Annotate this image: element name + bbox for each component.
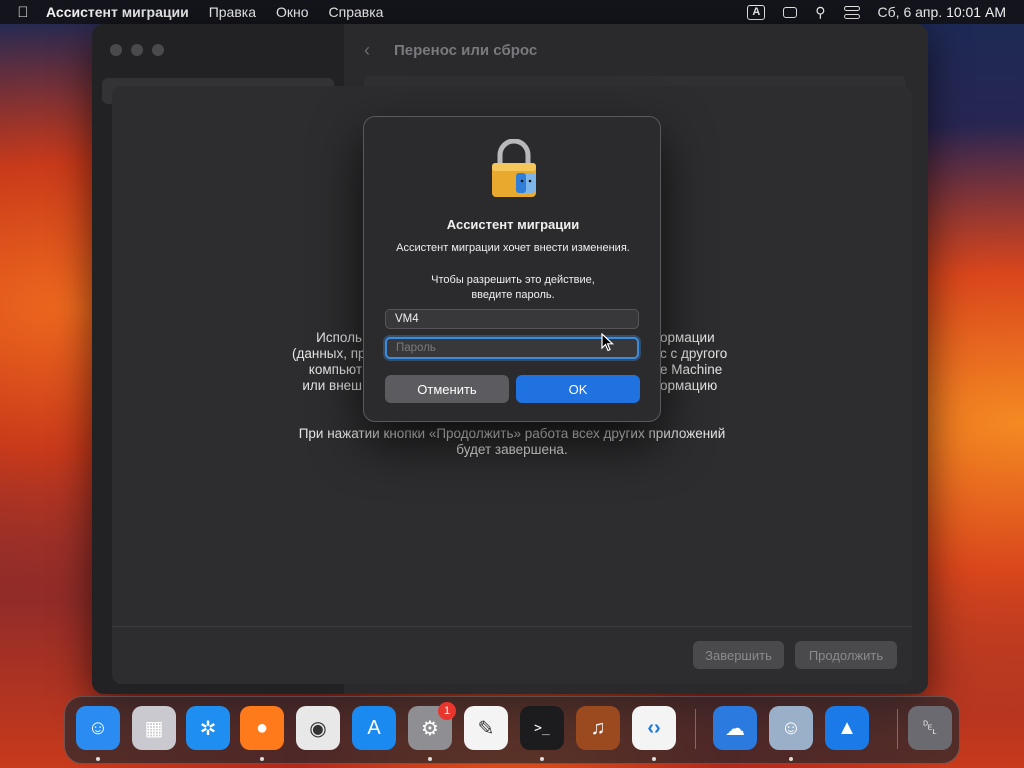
screen-mirroring-icon[interactable] [783, 6, 798, 18]
sheet-text-fragment: Исполь [316, 330, 362, 345]
auth-dialog: Ассистент миграции Ассистент миграции хо… [363, 116, 661, 422]
sheet-text-fragment: ормацию [660, 378, 718, 393]
vscode-icon[interactable]: ‹› [632, 706, 676, 750]
dock-glyph: >_ [534, 720, 550, 736]
dialog-prompt-line1: Чтобы разрешить это действие, [431, 274, 595, 286]
gear-icon[interactable]: ⚙ 1 [408, 702, 456, 750]
finish-button[interactable]: Завершить [693, 641, 784, 669]
lock-icon [492, 139, 536, 197]
spotlight-search-icon[interactable]: ⚲ [815, 4, 825, 21]
keynote-icon[interactable]: ▲ [825, 706, 869, 750]
running-indicator [260, 757, 264, 761]
running-indicator [96, 757, 100, 761]
sheet-text-fragment: компьют [308, 362, 362, 377]
continue-button[interactable]: Продолжить [795, 641, 897, 669]
zoom-window-button[interactable] [152, 44, 164, 56]
control-center-icon[interactable] [843, 5, 860, 19]
running-indicator [428, 757, 432, 761]
back-chevron-icon[interactable]: ‹ [364, 40, 370, 61]
ok-button[interactable]: OK [516, 375, 640, 403]
menu-bar:  Ассистент миграции Правка Окно Справка… [0, 0, 1024, 24]
trash-icon[interactable]: ␡ [908, 706, 952, 750]
sheet-text-fragment: или внеш [302, 378, 362, 393]
menu-extras: A ⚲ Сб, 6 апр. 10:01 AM [747, 0, 1006, 24]
safari-icon[interactable]: ✲ [186, 706, 230, 750]
dock-glyph: ☺ [87, 716, 109, 739]
finder-icon[interactable]: ☺ [76, 706, 120, 750]
migration-assistant-icon[interactable]: ☺ [769, 706, 813, 750]
window-title: Перенос или сброс [394, 42, 538, 59]
app-store-icon[interactable]: A [352, 706, 396, 750]
dock-glyph: ● [255, 716, 269, 739]
quit-apps-notice: При нажатии кнопки «Продолжить» работа в… [298, 426, 726, 441]
dialog-prompt: Чтобы разрешить это действие, введите па… [364, 273, 662, 303]
menu-help[interactable]: Справка [329, 4, 384, 20]
dock-separator [897, 709, 898, 749]
dock-glyph: ␡ [922, 716, 938, 739]
sheet-text-fragment: ормации [660, 330, 715, 345]
weather-icon[interactable]: ☁ [713, 706, 757, 750]
apple-logo-icon[interactable]:  [0, 4, 46, 21]
dock-glyph: ✲ [199, 717, 217, 740]
keyboard-input-icon[interactable]: A [747, 4, 766, 20]
menu-window[interactable]: Окно [276, 4, 309, 20]
dock-glyph: ✎ [477, 717, 495, 740]
dock-glyph: A [367, 716, 381, 739]
notification-badge: 1 [438, 702, 456, 720]
sheet-text-fragment: e Machine [660, 362, 723, 377]
dock: ☺ ▦ ✲ ● ◉ A ⚙ 1 ✎ >_ ♫ ‹› ☁ ☺ ▲ ␡ [64, 696, 960, 764]
mouse-cursor-icon [601, 333, 615, 352]
quit-apps-notice-line2: будет завершена. [456, 442, 568, 457]
running-indicator [652, 757, 656, 761]
launchpad-icon[interactable]: ▦ [132, 706, 176, 750]
sheet-text-fragment: (данных, пр [292, 346, 366, 361]
running-indicator [789, 757, 793, 761]
sheet-text-fragment: с с другого [660, 346, 728, 361]
dialog-title: Ассистент миграции [446, 217, 580, 232]
sheet-description-right: ормации с с другого e Machine ормацию [660, 330, 727, 394]
terminal-icon[interactable]: >_ [520, 706, 564, 750]
dock-separator [695, 709, 696, 749]
sheet-divider [112, 626, 912, 627]
close-window-button[interactable] [110, 44, 122, 56]
window-controls [110, 44, 164, 56]
minimize-window-button[interactable] [131, 44, 143, 56]
cancel-button[interactable]: Отменить [385, 375, 509, 403]
dialog-message: Ассистент миграции хочет внести изменени… [396, 242, 630, 254]
menu-edit[interactable]: Правка [209, 4, 256, 20]
chrome-icon[interactable]: ◉ [296, 706, 340, 750]
dock-glyph: ☁ [725, 717, 745, 740]
dialog-prompt-line2: введите пароль. [471, 289, 555, 301]
textedit-icon[interactable]: ✎ [464, 706, 508, 750]
guitar-icon[interactable]: ♫ [576, 706, 620, 750]
dock-glyph: ‹› [647, 716, 661, 739]
dock-glyph: ⚙ [421, 717, 439, 740]
dock-glyph: ▲ [837, 716, 857, 739]
dock-glyph: ♫ [590, 716, 606, 739]
sheet-description-left: Исполь (данных, пр компьют или внеш [292, 330, 366, 394]
menu-clock[interactable]: Сб, 6 апр. 10:01 AM [878, 4, 1006, 20]
running-indicator [540, 757, 544, 761]
menu-app-name[interactable]: Ассистент миграции [46, 4, 189, 20]
dock-glyph: ☺ [780, 716, 802, 739]
dock-glyph: ◉ [309, 717, 327, 740]
dock-glyph: ▦ [144, 717, 164, 740]
firefox-icon[interactable]: ● [240, 706, 284, 750]
username-field[interactable]: VM4 [385, 309, 639, 329]
